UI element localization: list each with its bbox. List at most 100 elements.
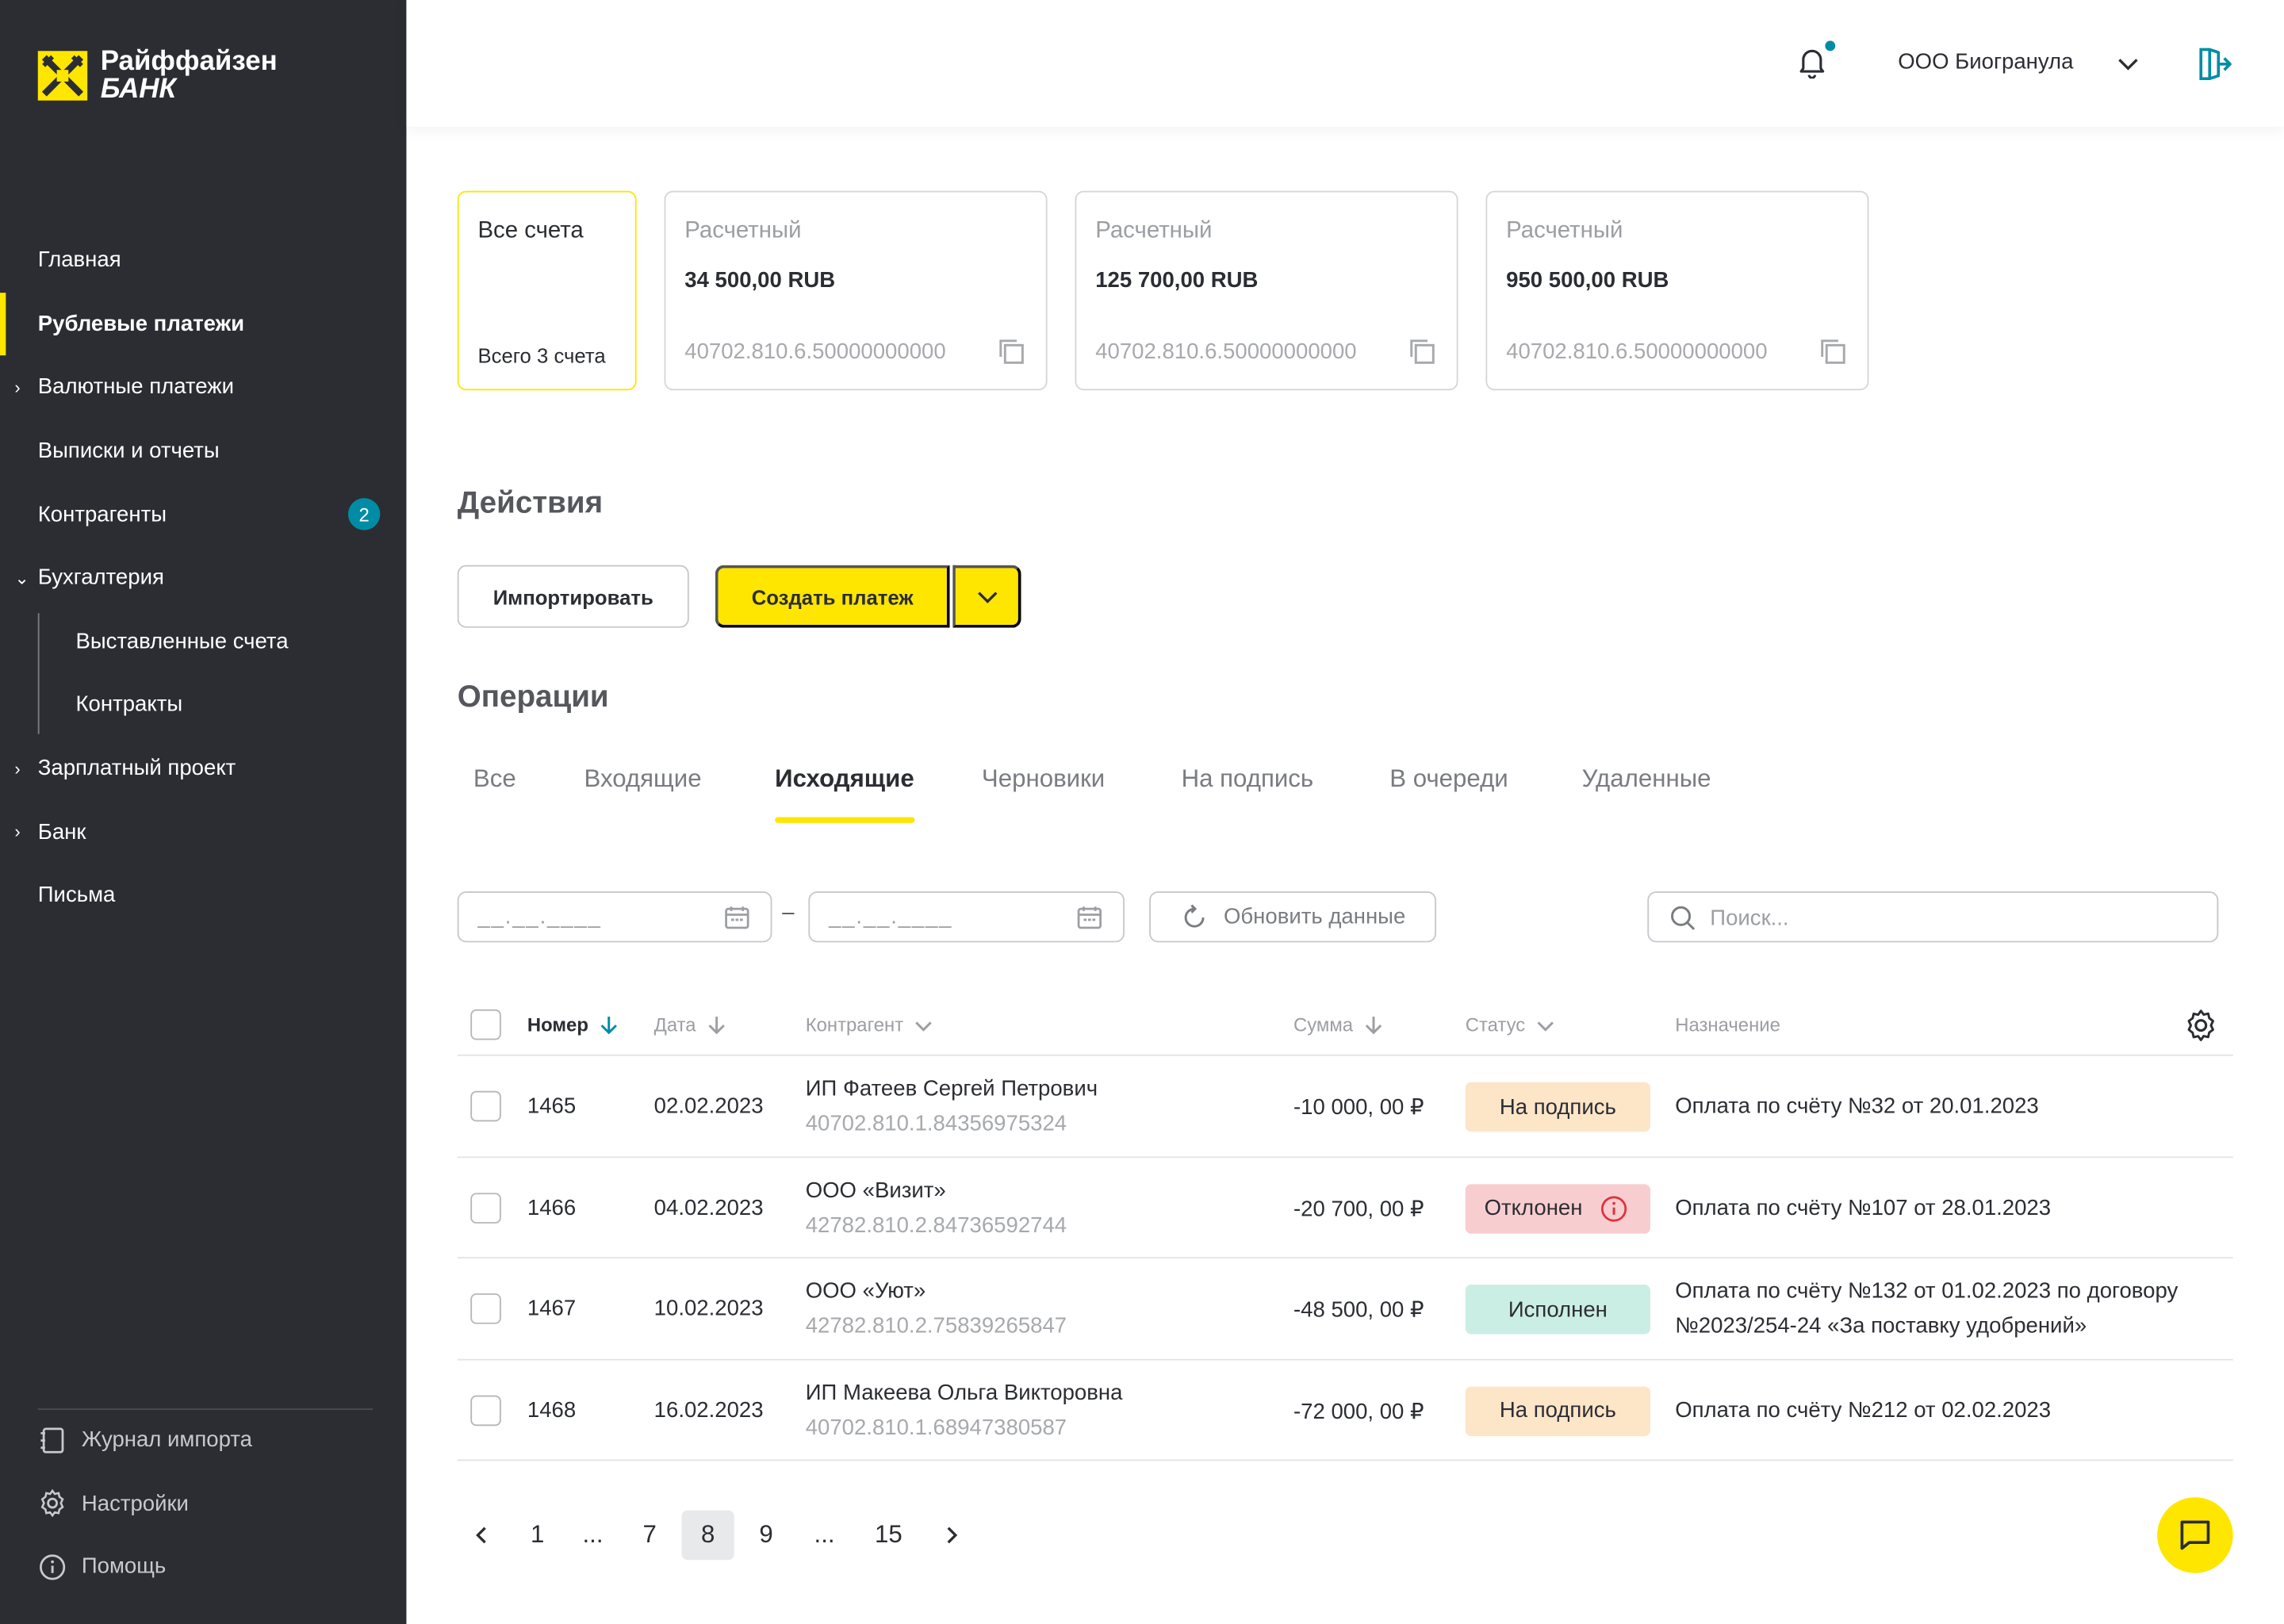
account-card[interactable]: Расчетный 34 500,00 RUB 40702.810.6.5000… bbox=[664, 190, 1048, 391]
tab-all[interactable]: Все bbox=[473, 764, 516, 794]
create-payment-button[interactable]: Создать платеж bbox=[715, 565, 950, 628]
account-card[interactable]: Расчетный 125 700,00 RUB 40702.810.6.500… bbox=[1075, 190, 1458, 391]
page-button[interactable]: 7 bbox=[625, 1511, 674, 1560]
notification-dot bbox=[1825, 40, 1836, 52]
tab-to-sign[interactable]: На подпись bbox=[1182, 764, 1314, 794]
table-settings-gear-icon[interactable] bbox=[2183, 1008, 2218, 1050]
status-badge: Отклонен bbox=[1465, 1183, 1650, 1234]
calendar-icon[interactable] bbox=[724, 905, 750, 931]
table-row[interactable]: 1466 04.02.2023 ООО «Визит» 42782.810.2.… bbox=[457, 1158, 2233, 1259]
chat-button[interactable] bbox=[2157, 1497, 2233, 1573]
nav-item-import-log[interactable]: Журнал импорта bbox=[0, 1408, 406, 1472]
row-number: 1467 bbox=[527, 1297, 577, 1322]
chevron-right-icon bbox=[947, 1526, 958, 1544]
date-from-input[interactable]: __.__.____ bbox=[457, 891, 772, 943]
tab-deleted[interactable]: Удаленные bbox=[1582, 764, 1711, 794]
tab-incoming[interactable]: Входящие bbox=[584, 764, 702, 794]
search-box[interactable] bbox=[1647, 891, 2219, 943]
company-selector[interactable]: ООО Биогранула bbox=[1898, 49, 2073, 74]
sort-arrow-down-icon bbox=[708, 1016, 725, 1034]
page-ellipsis[interactable]: ... bbox=[799, 1511, 849, 1560]
tab-outgoing[interactable]: Исходящие bbox=[775, 764, 914, 823]
page-button-current[interactable]: 8 bbox=[681, 1510, 734, 1561]
sort-arrow-down-icon bbox=[600, 1016, 617, 1034]
nav-item-bank[interactable]: › Банк bbox=[0, 800, 406, 864]
nav-item-rub-payments[interactable]: Рублевые платежи bbox=[0, 292, 406, 355]
accounting-submenu: Выставленные счета Контракты bbox=[0, 610, 406, 737]
chevron-down-icon bbox=[977, 591, 997, 603]
nav-item-letters[interactable]: Письма bbox=[0, 864, 406, 927]
chevron-right-icon: › bbox=[14, 758, 21, 779]
col-date[interactable]: Дата bbox=[654, 1013, 726, 1036]
account-card[interactable]: Расчетный 950 500,00 RUB 40702.810.6.500… bbox=[1485, 190, 1869, 391]
select-all-checkbox[interactable] bbox=[470, 1009, 501, 1040]
page-button[interactable]: 15 bbox=[864, 1511, 913, 1560]
status-badge: Исполнен bbox=[1465, 1285, 1650, 1335]
nav-item-help[interactable]: Помощь bbox=[0, 1535, 406, 1599]
refresh-data-button[interactable]: Обновить данные bbox=[1149, 891, 1436, 943]
main-content: Все счета Всего 3 счета Расчетный 34 500… bbox=[406, 127, 2284, 1624]
row-checkbox[interactable] bbox=[470, 1090, 501, 1122]
page-button[interactable]: 9 bbox=[742, 1511, 791, 1560]
nav-item-issued-invoices[interactable]: Выставленные счета bbox=[0, 610, 406, 673]
copy-icon[interactable] bbox=[1818, 336, 1847, 373]
nav-item-counterparties[interactable]: Контрагенты 2 bbox=[0, 483, 406, 546]
bank-logo[interactable]: Райффайзен БАНК bbox=[37, 48, 278, 103]
row-counterparty-name: ИП Фатеев Сергей Петрович bbox=[805, 1076, 1098, 1101]
gear-icon bbox=[40, 1489, 64, 1519]
chevron-right-icon: › bbox=[14, 822, 21, 842]
row-amount: -20 700, 00 ₽ bbox=[1293, 1197, 1424, 1222]
account-card-all[interactable]: Все счета Всего 3 счета bbox=[457, 190, 637, 391]
copy-icon[interactable] bbox=[996, 336, 1025, 373]
table-row[interactable]: 1465 02.02.2023 ИП Фатеев Сергей Петрови… bbox=[457, 1056, 2233, 1158]
tab-in-queue[interactable]: В очереди bbox=[1389, 764, 1508, 794]
chat-icon bbox=[2180, 1520, 2210, 1550]
table-row[interactable]: 1467 10.02.2023 ООО «Уют» 42782.810.2.75… bbox=[457, 1258, 2233, 1361]
chevron-down-icon[interactable] bbox=[2117, 52, 2140, 83]
search-input[interactable] bbox=[1710, 901, 2177, 934]
col-status[interactable]: Статус bbox=[1466, 1013, 1556, 1036]
row-number: 1466 bbox=[527, 1195, 577, 1220]
copy-icon[interactable] bbox=[1407, 336, 1436, 373]
col-counterparty[interactable]: Контрагент bbox=[806, 1013, 934, 1036]
import-button[interactable]: Импортировать bbox=[457, 565, 689, 628]
nav-item-currency-payments[interactable]: › Валютные платежи bbox=[0, 356, 406, 419]
row-date: 16.02.2023 bbox=[653, 1397, 764, 1423]
table-row[interactable]: 1468 16.02.2023 ИП Макеева Ольга Викторо… bbox=[457, 1360, 2233, 1461]
row-purpose: Оплата по счёту №212 от 02.02.2023 bbox=[1675, 1397, 2052, 1423]
row-checkbox[interactable] bbox=[470, 1192, 501, 1224]
col-amount[interactable]: Сумма bbox=[1293, 1013, 1384, 1036]
page-ellipsis[interactable]: ... bbox=[568, 1511, 617, 1560]
nav-item-settings[interactable]: Настройки bbox=[0, 1472, 406, 1535]
logout-icon[interactable] bbox=[2197, 45, 2232, 90]
sort-arrow-down-icon bbox=[1365, 1016, 1382, 1034]
next-page-button[interactable] bbox=[926, 1511, 975, 1560]
chevron-right-icon: › bbox=[14, 377, 21, 398]
table-header: Номер Дата Контрагент Сумма Статус Назна… bbox=[457, 996, 2233, 1056]
col-purpose: Назначение bbox=[1675, 1013, 1780, 1036]
row-purpose: Оплата по счёту №32 от 20.01.2023 bbox=[1675, 1094, 2039, 1119]
row-checkbox[interactable] bbox=[470, 1395, 501, 1426]
nav-item-contracts[interactable]: Контракты bbox=[0, 673, 406, 737]
chevron-down-icon: ⌄ bbox=[14, 567, 29, 588]
nav-item-accounting[interactable]: ⌄ Бухгалтерия bbox=[0, 546, 406, 610]
date-to-input[interactable]: __.__.____ bbox=[808, 891, 1125, 943]
tab-drafts[interactable]: Черновики bbox=[982, 764, 1105, 794]
main-nav: Главная Рублевые платежи › Валютные плате… bbox=[0, 228, 406, 927]
nav-item-salary-project[interactable]: › Зарплатный проект bbox=[0, 737, 406, 800]
actions-title: Действия bbox=[457, 486, 604, 520]
page-button[interactable]: 1 bbox=[513, 1511, 562, 1560]
nav-item-statements[interactable]: Выписки и отчеты bbox=[0, 419, 406, 483]
search-icon bbox=[1671, 906, 1696, 930]
operations-table: Номер Дата Контрагент Сумма Статус Назна… bbox=[457, 996, 2233, 1461]
col-number[interactable]: Номер bbox=[527, 1013, 619, 1036]
calendar-icon[interactable] bbox=[1076, 905, 1102, 931]
nav-item-home[interactable]: Главная bbox=[0, 228, 406, 292]
create-payment-dropdown-button[interactable] bbox=[952, 565, 1021, 628]
row-checkbox[interactable] bbox=[470, 1293, 501, 1324]
info-circle-icon[interactable] bbox=[1600, 1193, 1630, 1223]
row-date: 02.02.2023 bbox=[653, 1094, 764, 1119]
notifications-bell-icon[interactable] bbox=[1797, 47, 1826, 86]
row-amount: -72 000, 00 ₽ bbox=[1293, 1399, 1424, 1424]
prev-page-button[interactable] bbox=[458, 1511, 507, 1560]
